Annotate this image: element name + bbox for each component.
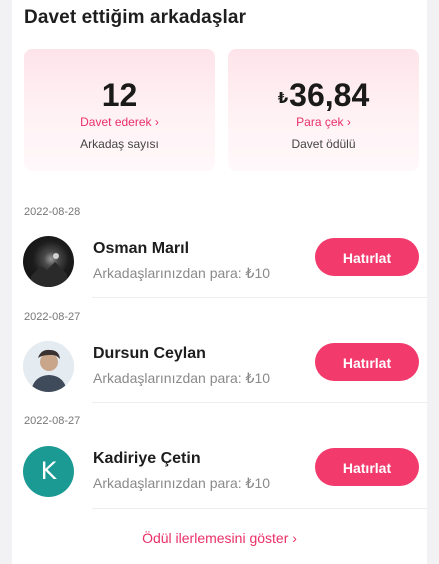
night-scene-icon [31,253,67,287]
avatar [23,236,74,287]
friend-count-value: 12 [101,77,138,113]
row-divider [92,508,428,509]
friend-name: Osman Marıl [93,240,190,257]
remind-button[interactable]: Hatırlat [315,448,419,486]
person-photo-icon [23,341,74,392]
invite-reward-card: ₺36,84 Para çek › Davet ödülü [228,49,419,171]
avatar: K [23,446,74,497]
friend-row: Osman Marıl Arkadaşlarınızdan para: ₺10 … [22,232,419,290]
reward-amount: 36,84 [289,77,370,113]
remind-button[interactable]: Hatırlat [315,238,419,276]
remind-button[interactable]: Hatırlat [315,343,419,381]
section-title: Davet ettiğim arkadaşlar [24,7,247,28]
friend-count-caption: Arkadaş sayısı [80,137,159,151]
friend-date: 2022-08-28 [24,206,81,218]
friend-earnings: Arkadaşlarınızdan para: ₺10 [93,370,271,386]
row-divider [92,402,428,403]
friend-date: 2022-08-27 [24,311,81,323]
friend-row: K Kadiriye Çetin Arkadaşlarınızdan para:… [22,442,419,500]
row-divider [92,297,428,298]
friend-name: Dursun Ceylan [93,345,206,362]
show-reward-progress-link[interactable]: Ödül ilerlemesini göster › [12,530,427,546]
friend-count-card: 12 Davet ederek › Arkadaş sayısı [24,49,215,171]
withdraw-link[interactable]: Para çek › [228,115,419,129]
invite-reward-value: ₺36,84 [228,77,419,114]
friend-earnings: Arkadaşlarınızdan para: ₺10 [93,265,271,281]
invited-friends-card: Davet ettiğim arkadaşlar 12 Davet ederek… [12,0,428,564]
friend-date: 2022-08-27 [24,415,81,427]
avatar [23,341,74,392]
friend-row: Dursun Ceylan Arkadaşlarınızdan para: ₺1… [22,337,419,395]
friend-earnings: Arkadaşlarınızdan para: ₺10 [93,475,271,491]
currency-symbol: ₺ [277,90,289,107]
friend-name: Kadiriye Çetin [93,450,201,467]
invite-link[interactable]: Davet ederek › [24,115,215,129]
invite-reward-caption: Davet ödülü [291,137,356,151]
